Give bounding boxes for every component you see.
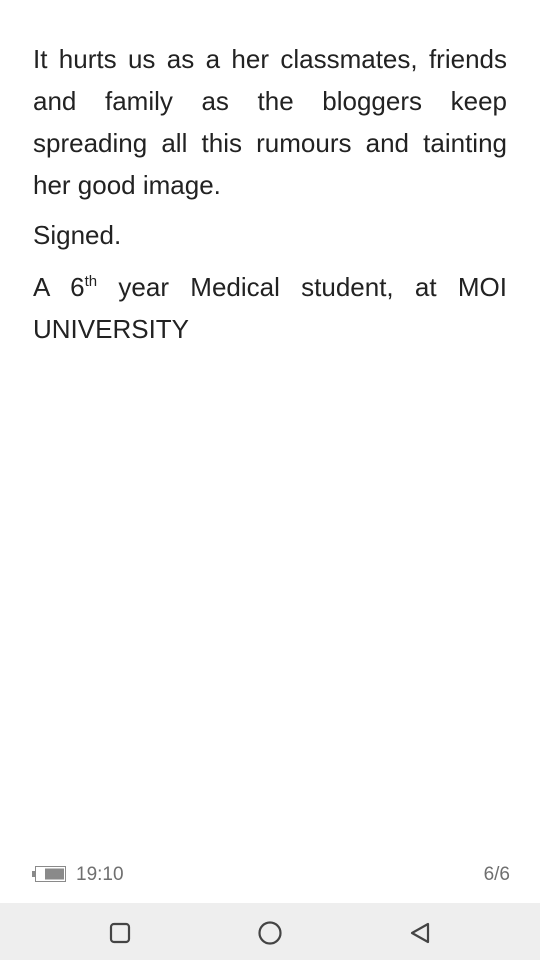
signature-prefix: A 6 [33, 272, 85, 302]
back-button[interactable] [406, 919, 434, 947]
paragraph: It hurts us as a her classmates, friends… [33, 44, 507, 200]
page-indicator: 6/6 [483, 864, 510, 885]
battery-icon [32, 866, 66, 882]
signature-line: A 6th year Medical student, at MOI UNIVE… [33, 266, 507, 350]
square-icon [109, 922, 131, 944]
circle-icon [258, 921, 282, 945]
signature-suffix: year Medical student, at MOI UNIVERSITY [33, 272, 507, 344]
triangle-back-icon [410, 922, 430, 944]
reader-status-bar: 19:10 6/6 [30, 862, 510, 890]
clock-time: 19:10 [76, 864, 124, 885]
ordinal-superscript: th [84, 273, 98, 290]
signed-line: Signed. [33, 220, 122, 250]
document-page: It hurts us as a her classmates, friends… [33, 38, 507, 358]
recent-apps-button[interactable] [106, 919, 134, 947]
system-navigation-bar [0, 903, 540, 960]
home-button[interactable] [256, 919, 284, 947]
